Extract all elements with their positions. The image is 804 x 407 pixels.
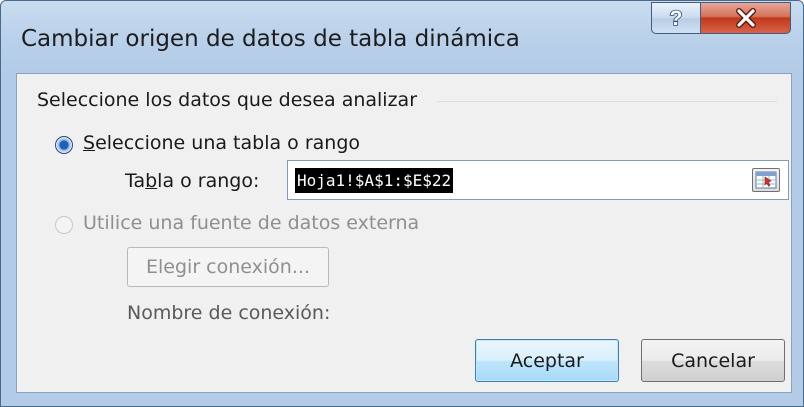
- svg-text:?: ?: [670, 7, 683, 30]
- option-external-source-label[interactable]: Utilice una fuente de datos externa: [83, 212, 419, 234]
- ok-button[interactable]: Aceptar: [475, 339, 619, 382]
- access-key-b: b: [145, 170, 158, 192]
- range-select-icon: [755, 171, 777, 189]
- group-label: Seleccione los datos que desea analizar: [37, 89, 424, 111]
- cancel-button[interactable]: Cancelar: [641, 339, 785, 382]
- range-input-value: Hoja1!$A$1:$E$22: [295, 168, 454, 193]
- option-table-range-label[interactable]: Seleccione una tabla o rango: [83, 132, 360, 154]
- group-divider: [437, 101, 777, 102]
- range-label-post: la o rango:: [157, 170, 260, 192]
- help-button[interactable]: ?: [651, 2, 701, 34]
- choose-connection-button[interactable]: Elegir conexión...: [127, 247, 329, 287]
- radio-external-source[interactable]: [55, 216, 73, 234]
- range-field-label: Tabla o rango:: [125, 170, 259, 192]
- title-bar[interactable]: Cambiar origen de datos de tabla dinámic…: [1, 1, 803, 73]
- range-input[interactable]: Hoja1!$A$1:$E$22: [287, 160, 789, 200]
- dialog-body: Seleccione los datos que desea analizar …: [16, 73, 792, 393]
- dialog-title: Cambiar origen de datos de tabla dinámic…: [21, 26, 520, 52]
- close-icon: [735, 8, 756, 28]
- option-table-range-text: eleccione una tabla o rango: [95, 132, 361, 154]
- collapse-dialog-button[interactable]: [752, 168, 780, 192]
- close-button[interactable]: [701, 2, 791, 34]
- dialog-window: Cambiar origen de datos de tabla dinámic…: [0, 0, 804, 407]
- help-icon: ?: [669, 6, 683, 30]
- access-key-s: S: [83, 132, 96, 154]
- connection-name-label: Nombre de conexión:: [127, 302, 331, 324]
- range-label-pre: Ta: [125, 170, 146, 192]
- radio-table-range[interactable]: [55, 136, 73, 154]
